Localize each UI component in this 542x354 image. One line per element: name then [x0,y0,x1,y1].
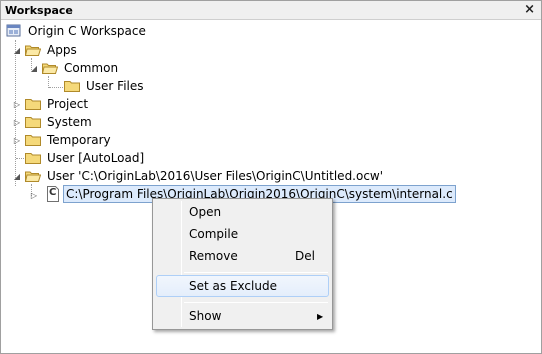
c-file-icon: C [46,186,60,202]
tree-item-project[interactable]: Project [25,95,90,113]
tree-line [15,40,16,186]
menu-separator [184,302,328,303]
tree-item-user-files[interactable]: User Files [64,77,146,95]
folder-icon [64,80,80,92]
collapse-icon[interactable]: ◢ [12,172,22,182]
tree-item-label: Project [47,97,89,111]
tree-item-user-workspace[interactable]: User 'C:\OriginLab\2016\User Files\Origi… [25,167,385,185]
expand-icon[interactable]: ▷ [12,118,22,128]
folder-icon [25,98,41,110]
menu-item-label: Show [189,309,222,323]
menu-item-open[interactable]: Open [156,201,329,223]
folder-icon [25,116,41,128]
collapse-icon[interactable]: ◢ [29,64,39,74]
open-folder-icon [25,170,41,182]
menu-item-shortcut: Del [295,249,315,263]
close-icon[interactable]: × [524,3,535,16]
tree-item-label: Apps [47,43,77,57]
open-folder-icon [42,62,58,74]
menu-item-label: Set as Exclude [189,279,277,293]
menu-separator [184,272,328,273]
tree-item-label: User Files [86,79,144,93]
tree-item-temporary[interactable]: Temporary [25,131,113,149]
expand-icon[interactable]: ▷ [12,136,22,146]
open-folder-icon [25,44,41,56]
submenu-arrow-icon: ▶ [317,311,324,321]
expand-icon[interactable]: ▷ [12,100,22,110]
menu-item-show[interactable]: Show ▶ [156,305,329,327]
workspace-window: Workspace × Origin C Workspace ◢ Apps ◢ … [0,0,542,354]
tree-item-label: Common [64,61,119,75]
expand-icon[interactable]: ▷ [29,191,39,201]
tree-item-label: Origin C Workspace [28,24,146,38]
folder-icon [25,134,41,146]
menu-item-label: Open [189,205,222,219]
workspace-icon [6,24,22,38]
menu-item-label: Remove [189,249,238,263]
tree-line [49,87,63,88]
tree-item-label: User 'C:\OriginLab\2016\User Files\Origi… [47,169,384,183]
title-bar: Workspace × [1,1,541,20]
menu-item-label: Compile [189,227,239,241]
collapse-icon[interactable]: ◢ [12,46,22,56]
folder-icon [25,152,41,164]
menu-item-compile[interactable]: Compile [156,223,329,245]
tree-item-user-autoload[interactable]: User [AutoLoad] [25,149,146,167]
c-file-icon-letter: C [49,187,57,198]
tree-item-label: System [47,115,92,129]
tree-item-apps[interactable]: Apps [25,41,79,59]
tree-line [16,158,24,159]
tree-item-system[interactable]: System [25,113,94,131]
tree-item-root[interactable]: Origin C Workspace [6,22,148,40]
context-menu: Open Compile Remove Del Set as Exclude S… [152,198,333,330]
tree-item-common[interactable]: Common [42,59,120,77]
window-title: Workspace [5,4,73,17]
menu-item-remove[interactable]: Remove Del [156,245,329,267]
tree-item-label: User [AutoLoad] [47,151,145,165]
tree-item-label: Temporary [47,133,111,147]
menu-item-set-as-exclude[interactable]: Set as Exclude [156,275,329,297]
